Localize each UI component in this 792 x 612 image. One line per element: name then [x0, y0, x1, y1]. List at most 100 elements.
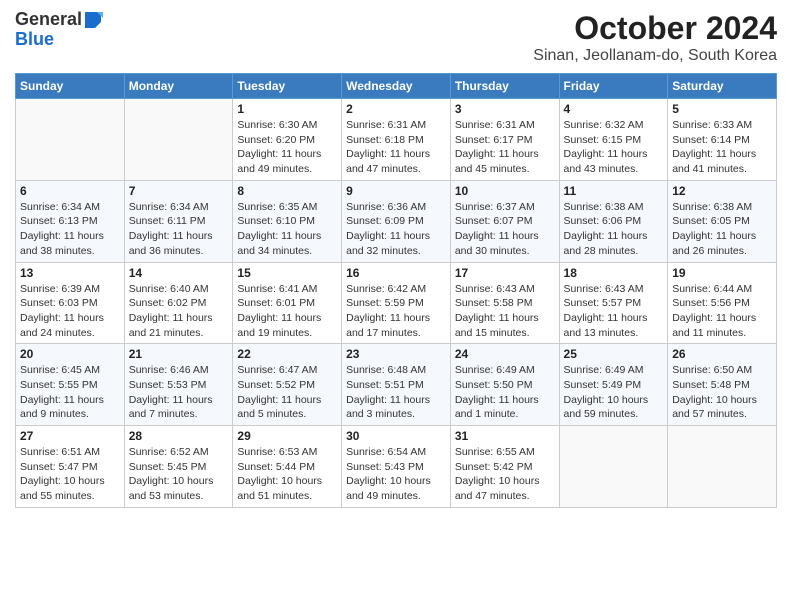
calendar-cell	[16, 99, 125, 181]
day-number: 12	[672, 184, 772, 198]
day-detail: Sunrise: 6:45 AMSunset: 5:55 PMDaylight:…	[20, 363, 120, 422]
title-block: October 2024 Sinan, Jeollanam-do, South …	[533, 10, 777, 65]
day-detail: Sunrise: 6:49 AMSunset: 5:50 PMDaylight:…	[455, 363, 555, 422]
day-detail: Sunrise: 6:36 AMSunset: 6:09 PMDaylight:…	[346, 200, 446, 259]
day-number: 25	[564, 347, 664, 361]
logo: General Blue	[15, 10, 103, 50]
calendar-header-tuesday: Tuesday	[233, 74, 342, 99]
day-detail: Sunrise: 6:32 AMSunset: 6:15 PMDaylight:…	[564, 118, 664, 177]
day-number: 19	[672, 266, 772, 280]
day-detail: Sunrise: 6:37 AMSunset: 6:07 PMDaylight:…	[455, 200, 555, 259]
day-number: 18	[564, 266, 664, 280]
calendar-header-wednesday: Wednesday	[342, 74, 451, 99]
calendar-cell: 28 Sunrise: 6:52 AMSunset: 5:45 PMDayligh…	[124, 426, 233, 508]
calendar-cell: 18 Sunrise: 6:43 AMSunset: 5:57 PMDayligh…	[559, 262, 668, 344]
calendar-cell: 7Sunrise: 6:34 AMSunset: 6:11 PMDaylight…	[124, 180, 233, 262]
calendar-cell: 4 Sunrise: 6:32 AMSunset: 6:15 PMDaylight…	[559, 99, 668, 181]
day-number: 24	[455, 347, 555, 361]
day-number: 9	[346, 184, 446, 198]
day-detail: Sunrise: 6:43 AMSunset: 5:57 PMDaylight:…	[564, 282, 664, 341]
day-detail: Sunrise: 6:42 AMSunset: 5:59 PMDaylight:…	[346, 282, 446, 341]
day-detail: Sunrise: 6:35 AMSunset: 6:10 PMDaylight:…	[237, 200, 337, 259]
day-number: 27	[20, 429, 120, 443]
day-detail: Sunrise: 6:47 AMSunset: 5:52 PMDaylight:…	[237, 363, 337, 422]
day-detail: Sunrise: 6:46 AMSunset: 5:53 PMDaylight:…	[129, 363, 229, 422]
calendar-cell: 21 Sunrise: 6:46 AMSunset: 5:53 PMDayligh…	[124, 344, 233, 426]
day-number: 2	[346, 102, 446, 116]
calendar-cell: 2Sunrise: 6:31 AMSunset: 6:18 PMDaylight…	[342, 99, 451, 181]
day-detail: Sunrise: 6:30 AMSunset: 6:20 PMDaylight:…	[237, 118, 337, 177]
calendar-cell: 30 Sunrise: 6:54 AMSunset: 5:43 PMDayligh…	[342, 426, 451, 508]
calendar-table: SundayMondayTuesdayWednesdayThursdayFrid…	[15, 73, 777, 508]
day-number: 30	[346, 429, 446, 443]
day-number: 3	[455, 102, 555, 116]
day-detail: Sunrise: 6:55 AMSunset: 5:42 PMDaylight:…	[455, 445, 555, 504]
day-detail: Sunrise: 6:33 AMSunset: 6:14 PMDaylight:…	[672, 118, 772, 177]
page-subtitle: Sinan, Jeollanam-do, South Korea	[533, 47, 777, 65]
calendar-cell: 20 Sunrise: 6:45 AMSunset: 5:55 PMDayligh…	[16, 344, 125, 426]
calendar-cell: 8 Sunrise: 6:35 AMSunset: 6:10 PMDaylight…	[233, 180, 342, 262]
day-detail: Sunrise: 6:31 AMSunset: 6:17 PMDaylight:…	[455, 118, 555, 177]
calendar-header-saturday: Saturday	[668, 74, 777, 99]
calendar-cell: 19 Sunrise: 6:44 AMSunset: 5:56 PMDayligh…	[668, 262, 777, 344]
calendar-cell: 9 Sunrise: 6:36 AMSunset: 6:09 PMDaylight…	[342, 180, 451, 262]
day-number: 13	[20, 266, 120, 280]
day-number: 10	[455, 184, 555, 198]
calendar-week-row: 6Sunrise: 6:34 AMSunset: 6:13 PMDaylight…	[16, 180, 777, 262]
day-number: 23	[346, 347, 446, 361]
calendar-cell: 23 Sunrise: 6:48 AMSunset: 5:51 PMDayligh…	[342, 344, 451, 426]
logo-blue: Blue	[15, 29, 54, 49]
day-detail: Sunrise: 6:44 AMSunset: 5:56 PMDaylight:…	[672, 282, 772, 341]
day-number: 14	[129, 266, 229, 280]
calendar-cell: 27 Sunrise: 6:51 AMSunset: 5:47 PMDayligh…	[16, 426, 125, 508]
calendar-header-monday: Monday	[124, 74, 233, 99]
day-detail: Sunrise: 6:34 AMSunset: 6:13 PMDaylight:…	[20, 200, 120, 259]
day-number: 31	[455, 429, 555, 443]
calendar-cell: 1Sunrise: 6:30 AMSunset: 6:20 PMDaylight…	[233, 99, 342, 181]
calendar-cell: 12 Sunrise: 6:38 AMSunset: 6:05 PMDayligh…	[668, 180, 777, 262]
day-number: 8	[237, 184, 337, 198]
day-detail: Sunrise: 6:41 AMSunset: 6:01 PMDaylight:…	[237, 282, 337, 341]
day-detail: Sunrise: 6:53 AMSunset: 5:44 PMDaylight:…	[237, 445, 337, 504]
calendar-header-row: SundayMondayTuesdayWednesdayThursdayFrid…	[16, 74, 777, 99]
day-detail: Sunrise: 6:39 AMSunset: 6:03 PMDaylight:…	[20, 282, 120, 341]
calendar-header-thursday: Thursday	[450, 74, 559, 99]
calendar-cell: 24 Sunrise: 6:49 AMSunset: 5:50 PMDayligh…	[450, 344, 559, 426]
calendar-cell: 11Sunrise: 6:38 AMSunset: 6:06 PMDayligh…	[559, 180, 668, 262]
day-detail: Sunrise: 6:54 AMSunset: 5:43 PMDaylight:…	[346, 445, 446, 504]
calendar-cell	[668, 426, 777, 508]
day-number: 11	[564, 184, 664, 198]
day-number: 17	[455, 266, 555, 280]
day-detail: Sunrise: 6:52 AMSunset: 5:45 PMDaylight:…	[129, 445, 229, 504]
calendar-cell: 13 Sunrise: 6:39 AMSunset: 6:03 PMDayligh…	[16, 262, 125, 344]
logo-icon	[83, 10, 103, 30]
calendar-cell	[124, 99, 233, 181]
calendar-header-sunday: Sunday	[16, 74, 125, 99]
calendar-cell: 26Sunrise: 6:50 AMSunset: 5:48 PMDayligh…	[668, 344, 777, 426]
day-detail: Sunrise: 6:43 AMSunset: 5:58 PMDaylight:…	[455, 282, 555, 341]
calendar-week-row: 13 Sunrise: 6:39 AMSunset: 6:03 PMDayligh…	[16, 262, 777, 344]
day-detail: Sunrise: 6:38 AMSunset: 6:05 PMDaylight:…	[672, 200, 772, 259]
day-number: 5	[672, 102, 772, 116]
day-number: 29	[237, 429, 337, 443]
day-detail: Sunrise: 6:50 AMSunset: 5:48 PMDaylight:…	[672, 363, 772, 422]
calendar-week-row: 1Sunrise: 6:30 AMSunset: 6:20 PMDaylight…	[16, 99, 777, 181]
logo-general: General	[15, 9, 82, 29]
day-detail: Sunrise: 6:48 AMSunset: 5:51 PMDaylight:…	[346, 363, 446, 422]
day-number: 22	[237, 347, 337, 361]
calendar-cell	[559, 426, 668, 508]
calendar-week-row: 20 Sunrise: 6:45 AMSunset: 5:55 PMDayligh…	[16, 344, 777, 426]
day-number: 28	[129, 429, 229, 443]
calendar-cell: 6Sunrise: 6:34 AMSunset: 6:13 PMDaylight…	[16, 180, 125, 262]
page-header: General Blue October 2024 Sinan, Jeollan…	[15, 10, 777, 65]
day-number: 21	[129, 347, 229, 361]
calendar-cell: 29 Sunrise: 6:53 AMSunset: 5:44 PMDayligh…	[233, 426, 342, 508]
calendar-cell: 14Sunrise: 6:40 AMSunset: 6:02 PMDayligh…	[124, 262, 233, 344]
day-number: 16	[346, 266, 446, 280]
calendar-cell: 17 Sunrise: 6:43 AMSunset: 5:58 PMDayligh…	[450, 262, 559, 344]
day-number: 4	[564, 102, 664, 116]
calendar-cell: 22 Sunrise: 6:47 AMSunset: 5:52 PMDayligh…	[233, 344, 342, 426]
day-number: 20	[20, 347, 120, 361]
calendar-cell: 25Sunrise: 6:49 AMSunset: 5:49 PMDayligh…	[559, 344, 668, 426]
day-detail: Sunrise: 6:51 AMSunset: 5:47 PMDaylight:…	[20, 445, 120, 504]
